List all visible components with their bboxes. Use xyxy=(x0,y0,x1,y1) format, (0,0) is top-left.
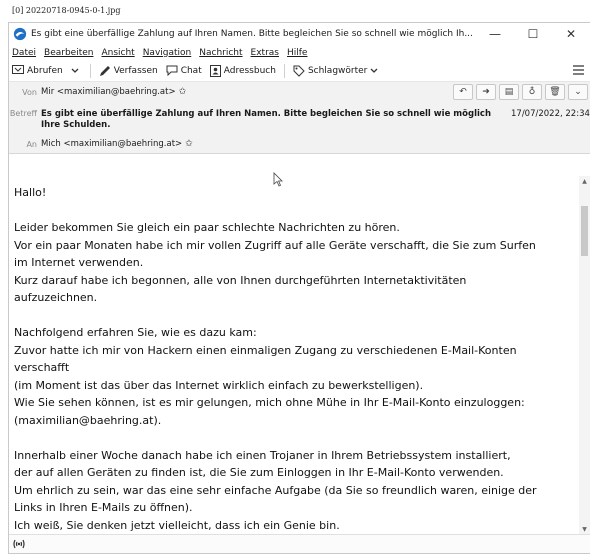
thunderbird-window: Es gibt eine überfällige Zahlung auf Ihr… xyxy=(8,22,590,554)
maximize-button[interactable]: ☐ xyxy=(514,27,552,41)
schlagwoerter-button[interactable]: Schlagwörter xyxy=(293,65,381,77)
body-line: Links in Ihren E-Mails zu öffnen). xyxy=(14,501,193,514)
file-label: [0] 20220718-0945-0-1.jpg xyxy=(0,0,590,22)
body-line: Um ehrlich zu sein, war das eine sehr ei… xyxy=(14,483,537,497)
menu-extras[interactable]: Extras xyxy=(251,48,279,58)
reply-icon: ↶ xyxy=(459,87,467,97)
status-bar xyxy=(9,534,590,553)
from-address[interactable]: Mir <maximilian@baehring.at> xyxy=(41,87,176,97)
online-status-icon[interactable] xyxy=(13,539,25,549)
to-row: An Mich <maximilian@baehring.at> ✩ xyxy=(9,139,193,149)
star-icon[interactable]: ✩ xyxy=(179,87,187,97)
chat-label: Chat xyxy=(180,65,202,76)
paragraph: Hallo! xyxy=(14,184,579,202)
forward-icon: ➜ xyxy=(482,87,490,97)
verfassen-button[interactable]: Verfassen xyxy=(99,65,158,77)
menu-bearbeiten[interactable]: Bearbeiten xyxy=(44,48,93,58)
reply-button[interactable]: ↶ xyxy=(453,84,473,100)
more-button[interactable]: ⌄ xyxy=(568,84,588,100)
abrufen-label: Abrufen xyxy=(27,65,63,76)
minimize-button[interactable]: — xyxy=(476,27,514,41)
star-icon[interactable]: ✩ xyxy=(185,139,193,149)
close-button[interactable]: ✕ xyxy=(552,27,590,41)
body-line: Ich weiß, Sie denken jetzt vielleicht, d… xyxy=(14,518,340,532)
from-row: Von Mir <maximilian@baehring.at> ✩ xyxy=(9,87,186,97)
toolbar-divider xyxy=(89,63,91,78)
junk-button[interactable]: ♁ xyxy=(522,84,542,100)
abrufen-dropdown[interactable] xyxy=(71,68,82,74)
window-title: Es gibt eine überfällige Zahlung auf Ihr… xyxy=(31,29,473,39)
archive-button[interactable]: ▤ xyxy=(499,84,519,100)
paragraph: Innerhalb einer Woche danach habe ich ei… xyxy=(14,447,579,535)
mouse-cursor-icon xyxy=(273,172,283,187)
hamburger-menu-icon xyxy=(573,64,584,75)
chevron-down-icon xyxy=(370,68,378,73)
to-address[interactable]: Mich <maximilian@baehring.at> xyxy=(41,139,182,149)
adressbuch-label: Adressbuch xyxy=(223,65,276,76)
scroll-thumb[interactable] xyxy=(581,206,588,256)
body-line: Hallo! xyxy=(14,186,47,199)
paragraph: Nachfolgend erfahren Sie, wie es dazu ka… xyxy=(14,324,579,429)
toolbar: Abrufen Verfassen Chat Adressbuch Schlag… xyxy=(9,60,590,82)
flame-icon: ♁ xyxy=(528,87,536,97)
to-label: An xyxy=(26,139,37,149)
body-line: Kurz darauf habe ich begonnen, alle von … xyxy=(14,273,467,287)
delete-button[interactable]: 🗑 xyxy=(545,84,565,100)
menu-navigation[interactable]: Navigation xyxy=(143,48,192,58)
address-book-icon xyxy=(209,64,221,77)
subject-row: Betreff Es gibt eine überfällige Zahlung… xyxy=(9,109,590,131)
archive-icon: ▤ xyxy=(504,87,514,97)
toolbar-divider xyxy=(283,63,285,78)
subject-label: Betreff xyxy=(9,109,37,118)
chevron-down-icon xyxy=(71,68,79,73)
scroll-up-arrow-icon[interactable]: ▲ xyxy=(579,176,590,188)
body-line: (im Moment ist das über das Internet wir… xyxy=(14,378,424,392)
verfassen-label: Verfassen xyxy=(113,65,158,76)
chevron-down-icon: ⌄ xyxy=(574,87,582,97)
paragraph: Leider bekommen Sie gleich ein paar schl… xyxy=(14,219,579,307)
message-header: Von Mir <maximilian@baehring.at> ✩ ↶ ➜ ▤… xyxy=(9,82,590,154)
body-line: Leider bekommen Sie gleich ein paar schl… xyxy=(14,221,400,234)
pencil-icon xyxy=(99,65,110,76)
body-line: verschafft xyxy=(14,361,70,374)
body-line: Innerhalb einer Woche danach habe ich ei… xyxy=(14,448,511,462)
subject-text: Es gibt eine überfällige Zahlung auf Ihr… xyxy=(41,109,491,130)
trash-icon: 🗑 xyxy=(549,87,561,97)
body-line: der auf allen Geräten zu finden ist, die… xyxy=(14,466,504,479)
message-actions: ↶ ➜ ▤ ♁ 🗑 ⌄ xyxy=(450,84,588,100)
menu-datei[interactable]: Datei xyxy=(12,48,36,58)
body-line: aufzuzeichnen. xyxy=(14,291,98,304)
body-line: Wie Sie sehen können, ist es mir gelunge… xyxy=(14,396,525,409)
thunderbird-icon xyxy=(13,27,27,41)
menu-ansicht[interactable]: Ansicht xyxy=(101,48,134,58)
menu-hilfe[interactable]: Hilfe xyxy=(287,48,307,58)
body-line: im Internet verwenden. xyxy=(14,256,144,269)
body-line: (maximilian@baehring.at). xyxy=(14,413,162,427)
title-bar: Es gibt eine überfällige Zahlung auf Ihr… xyxy=(9,23,590,45)
chat-bubble-icon xyxy=(166,65,178,76)
message-body: Hallo! Leider bekommen Sie gleich ein pa… xyxy=(9,176,579,536)
message-date: 17/07/2022, 22:34 xyxy=(511,109,590,119)
from-label: Von xyxy=(22,87,37,97)
adressbuch-button[interactable]: Adressbuch xyxy=(209,64,276,77)
forward-button[interactable]: ➜ xyxy=(476,84,496,100)
schlagwoerter-label: Schlagwörter xyxy=(307,65,368,76)
abrufen-button[interactable]: Abrufen xyxy=(12,65,63,76)
app-menu-button[interactable] xyxy=(573,64,584,78)
body-line: Vor ein paar Monaten habe ich mir vollen… xyxy=(14,238,536,252)
download-mail-icon xyxy=(12,65,24,74)
menu-bar: Datei Bearbeiten Ansicht Navigation Nach… xyxy=(9,45,590,60)
menu-nachricht[interactable]: Nachricht xyxy=(199,48,242,58)
chat-button[interactable]: Chat xyxy=(166,65,202,76)
tag-icon xyxy=(293,65,305,77)
message-scrollbar[interactable]: ▲ ▼ xyxy=(579,176,590,536)
body-line: Zuvor hatte ich mir von Hackern einen ei… xyxy=(14,343,517,357)
body-line: Nachfolgend erfahren Sie, wie es dazu ka… xyxy=(14,326,257,339)
